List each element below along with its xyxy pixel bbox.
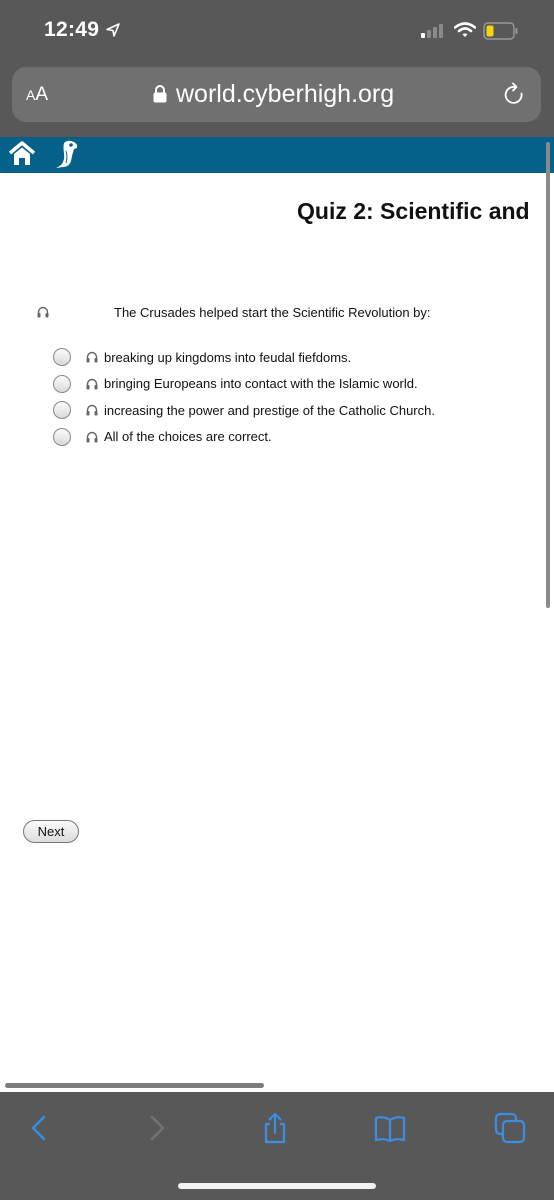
mascot-bird-icon[interactable] [52, 139, 82, 171]
answer-choice[interactable]: breaking up kingdoms into feudal fiefdom… [53, 344, 435, 371]
home-indicator[interactable] [178, 1183, 376, 1189]
url-text: world.cyberhigh.org [176, 79, 395, 108]
text-size-large-label: A [35, 84, 49, 105]
answer-choice[interactable]: All of the choices are correct. [53, 424, 435, 451]
address-bar[interactable]: AA world.cyberhigh.org [12, 67, 541, 122]
answer-choice[interactable]: increasing the power and prestige of the… [53, 397, 435, 424]
audio-icon[interactable] [86, 378, 98, 390]
answer-label[interactable]: increasing the power and prestige of the… [104, 403, 435, 418]
location-arrow-icon [106, 23, 120, 37]
vertical-scrollbar[interactable] [546, 142, 550, 608]
bookmarks-icon[interactable] [374, 1112, 406, 1144]
home-icon[interactable] [8, 140, 36, 168]
question-audio-icon[interactable] [37, 306, 49, 318]
answer-label[interactable]: All of the choices are correct. [104, 429, 272, 444]
cellular-signal-icon [421, 24, 443, 38]
battery-icon [483, 22, 518, 40]
answer-radio[interactable] [53, 401, 71, 420]
answer-choice[interactable]: bringing Europeans into contact with the… [53, 371, 435, 398]
answer-radio[interactable] [53, 374, 71, 393]
url-field[interactable]: world.cyberhigh.org [152, 79, 394, 109]
site-header [0, 137, 554, 173]
answer-radio[interactable] [53, 427, 71, 446]
answer-label[interactable]: breaking up kingdoms into feudal fiefdom… [104, 350, 351, 365]
audio-icon[interactable] [86, 431, 98, 443]
tabs-icon[interactable] [494, 1112, 526, 1144]
question-text: The Crusades helped start the Scientific… [114, 305, 431, 320]
screen: 12:49 AA world.cyberhigh.org Quiz 2: Sci… [0, 0, 554, 1200]
back-icon[interactable] [24, 1112, 56, 1144]
answer-label[interactable]: bringing Europeans into contact with the… [104, 376, 418, 391]
horizontal-scrollbar[interactable] [5, 1083, 264, 1088]
answer-choices: breaking up kingdoms into feudal fiefdom… [53, 344, 435, 450]
quiz-title: Quiz 2: Scientific and [297, 198, 530, 224]
audio-icon[interactable] [86, 404, 98, 416]
forward-icon[interactable] [140, 1112, 172, 1144]
browser-top-chrome: 12:49 AA world.cyberhigh.org [0, 0, 554, 137]
text-size-button[interactable]: AA [26, 84, 48, 106]
lock-icon [153, 85, 167, 103]
wifi-icon [454, 22, 476, 37]
audio-icon[interactable] [86, 351, 98, 363]
next-button[interactable]: Next [23, 820, 79, 843]
share-icon[interactable] [259, 1112, 291, 1144]
answer-radio[interactable] [53, 348, 71, 367]
text-size-small-label: A [26, 87, 36, 103]
status-time: 12:49 [44, 18, 100, 41]
reload-icon[interactable] [503, 82, 527, 108]
